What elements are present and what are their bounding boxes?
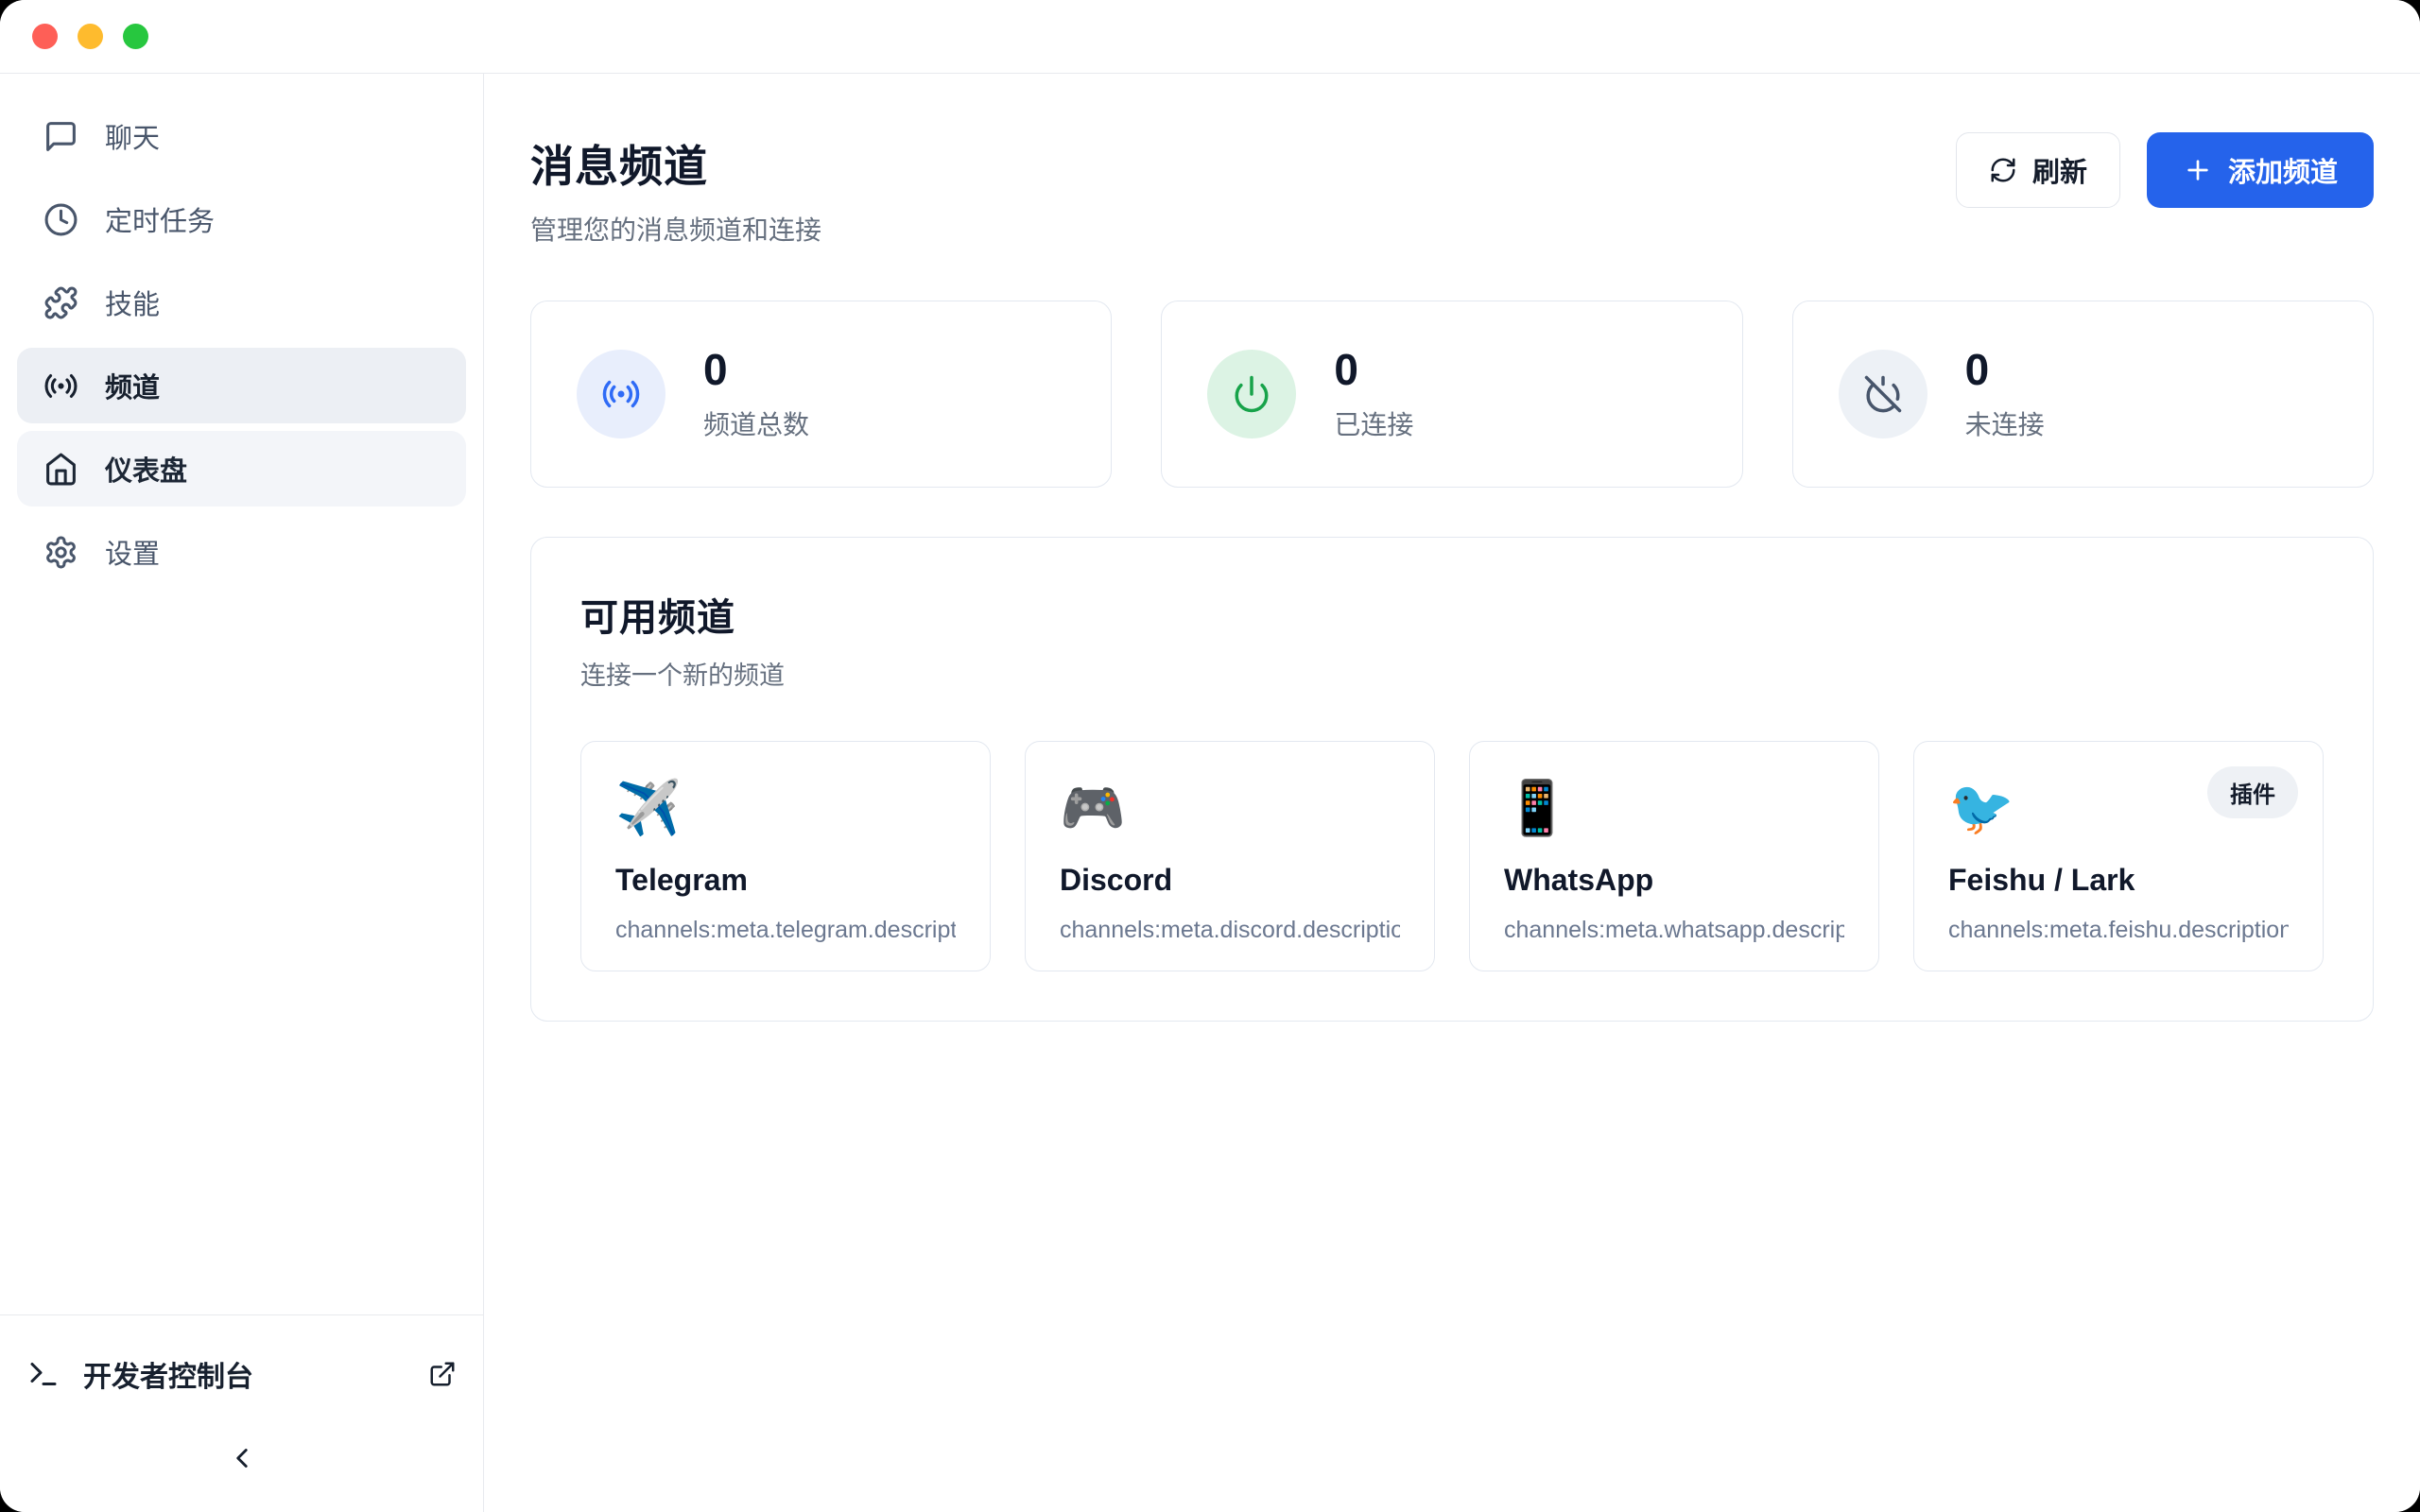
app-window: 聊天 定时任务 技能 频道 仪表盘 xyxy=(0,0,2420,1512)
stat-label: 频道总数 xyxy=(703,404,809,442)
stat-value: 0 xyxy=(1334,346,1413,394)
whatsapp-phone-emoji-icon: 📱 xyxy=(1504,782,1844,834)
clock-icon xyxy=(43,202,78,237)
channel-name: Discord xyxy=(1060,863,1400,898)
home-icon xyxy=(43,452,78,487)
refresh-button-label: 刷新 xyxy=(2032,150,2087,190)
channel-name: WhatsApp xyxy=(1504,863,1844,898)
stat-card-total-channels: 0 频道总数 xyxy=(530,301,1112,488)
plugin-badge: 插件 xyxy=(2207,766,2298,818)
sidebar: 聊天 定时任务 技能 频道 仪表盘 xyxy=(0,74,484,1512)
available-channels-section: 可用频道 连接一个新的频道 ✈️ Telegram channels:meta.… xyxy=(530,537,2374,1022)
channel-grid: ✈️ Telegram channels:meta.telegram.descr… xyxy=(580,741,2324,971)
discord-gamepad-emoji-icon: 🎮 xyxy=(1060,782,1400,834)
sidebar-item-dashboard[interactable]: 仪表盘 xyxy=(17,431,466,507)
channel-description: channels:meta.whatsapp.description xyxy=(1504,917,1844,944)
stat-value: 0 xyxy=(1965,346,2045,394)
broadcast-icon xyxy=(43,369,78,404)
sidebar-item-label: 仪表盘 xyxy=(105,449,187,489)
sidebar-item-settings[interactable]: 设置 xyxy=(17,514,466,590)
stat-card-disconnected: 0 未连接 xyxy=(1792,301,2374,488)
channel-name: Feishu / Lark xyxy=(1948,863,2289,898)
stat-value: 0 xyxy=(703,346,809,394)
broadcast-icon xyxy=(601,374,641,414)
sidebar-item-label: 聊天 xyxy=(105,116,160,156)
developer-console-label: 开发者控制台 xyxy=(83,1353,406,1395)
section-title: 可用频道 xyxy=(580,587,2324,642)
page-title: 消息频道 xyxy=(530,132,821,195)
channel-description: channels:meta.feishu.description xyxy=(1948,917,2289,944)
stat-label: 已连接 xyxy=(1334,404,1413,442)
telegram-airplane-emoji-icon: ✈️ xyxy=(615,782,956,834)
chat-bubble-icon xyxy=(43,119,78,154)
minimize-window-button[interactable] xyxy=(78,24,103,49)
stat-card-connected: 0 已连接 xyxy=(1161,301,1742,488)
stat-label: 未连接 xyxy=(1965,404,2045,442)
stat-icon-circle xyxy=(1207,350,1296,438)
channel-card-telegram[interactable]: ✈️ Telegram channels:meta.telegram.descr… xyxy=(580,741,991,971)
power-off-icon xyxy=(1863,374,1903,414)
stat-icon-circle xyxy=(577,350,666,438)
page-header: 消息频道 管理您的消息频道和连接 刷新 添加频道 xyxy=(530,132,2374,248)
channel-description: channels:meta.telegram.description xyxy=(615,917,956,944)
sidebar-item-chat[interactable]: 聊天 xyxy=(17,98,466,174)
channel-card-whatsapp[interactable]: 📱 WhatsApp channels:meta.whatsapp.descri… xyxy=(1469,741,1879,971)
main-content: 消息频道 管理您的消息频道和连接 刷新 添加频道 xyxy=(484,74,2420,1512)
close-window-button[interactable] xyxy=(32,24,58,49)
plus-icon xyxy=(2183,155,2213,185)
zoom-window-button[interactable] xyxy=(123,24,148,49)
sidebar-item-label: 设置 xyxy=(105,532,160,572)
channel-card-discord[interactable]: 🎮 Discord channels:meta.discord.descript… xyxy=(1025,741,1435,971)
sidebar-item-scheduled-tasks[interactable]: 定时任务 xyxy=(17,181,466,257)
sidebar-footer: 开发者控制台 xyxy=(0,1314,483,1512)
gear-icon xyxy=(43,535,78,570)
section-subtitle: 连接一个新的频道 xyxy=(580,655,2324,692)
developer-console-link[interactable]: 开发者控制台 xyxy=(26,1340,457,1408)
page-subtitle: 管理您的消息频道和连接 xyxy=(530,210,821,248)
sidebar-collapse-button[interactable] xyxy=(226,1442,258,1474)
add-channel-button[interactable]: 添加频道 xyxy=(2147,132,2374,208)
refresh-icon xyxy=(1989,156,2017,184)
add-channel-button-label: 添加频道 xyxy=(2228,150,2338,190)
channel-name: Telegram xyxy=(615,863,956,898)
sidebar-item-label: 技能 xyxy=(105,283,160,322)
sidebar-item-label: 频道 xyxy=(105,366,160,405)
titlebar xyxy=(0,0,2420,74)
puzzle-icon xyxy=(43,285,78,320)
sidebar-item-skills[interactable]: 技能 xyxy=(17,265,466,340)
sidebar-item-label: 定时任务 xyxy=(105,199,215,239)
refresh-button[interactable]: 刷新 xyxy=(1956,132,2120,208)
channel-description: channels:meta.discord.description xyxy=(1060,917,1400,944)
chevron-left-icon xyxy=(226,1442,258,1474)
external-link-icon xyxy=(428,1360,457,1388)
sidebar-nav: 聊天 定时任务 技能 频道 仪表盘 xyxy=(0,74,483,614)
stat-icon-circle xyxy=(1839,350,1927,438)
terminal-icon xyxy=(26,1357,60,1391)
sidebar-item-channels[interactable]: 频道 xyxy=(17,348,466,423)
power-icon xyxy=(1232,374,1271,414)
channel-card-feishu[interactable]: 插件 🐦 Feishu / Lark channels:meta.feishu.… xyxy=(1913,741,2324,971)
stats-row: 0 频道总数 0 已连接 xyxy=(530,301,2374,488)
